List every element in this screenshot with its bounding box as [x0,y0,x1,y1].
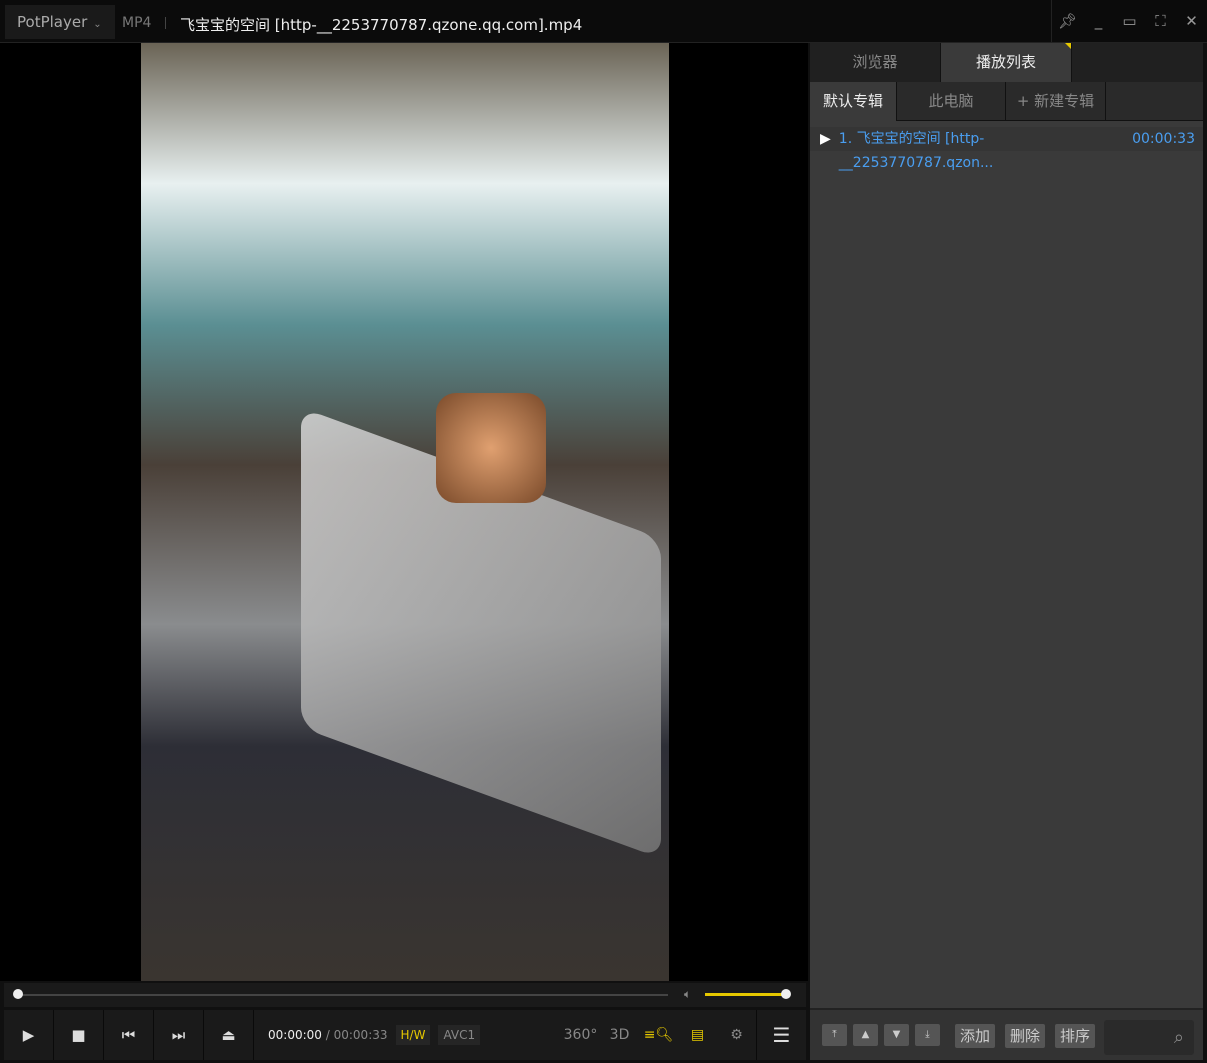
video-frame[interactable] [141,43,669,981]
divider [165,17,166,29]
pin-icon[interactable]: 📌︎ [1052,0,1083,43]
time-separator: / [325,1028,330,1042]
delete-button[interactable]: 删除 [1005,1024,1046,1048]
subtab-this-pc[interactable]: 此电脑 [897,82,1006,121]
playlist-item-duration: 00:00:33 [1132,131,1195,147]
maximize-icon[interactable]: ▭ [1114,0,1145,43]
seek-handle[interactable] [13,989,23,999]
codec-badge[interactable]: AVC1 [438,1025,481,1045]
window-title: 飞宝宝的空间 [http-__2253770787.qzone.qq.com].… [180,16,583,34]
video-area[interactable] [0,43,808,981]
volume-handle[interactable] [781,989,791,999]
video-content-motor [436,393,546,503]
move-bottom-button[interactable]: ⤓ [915,1024,940,1046]
format-label: MP4 [122,15,152,31]
move-up-button[interactable]: ▲ [853,1024,878,1046]
subtab-default-album[interactable]: 默认专辑 [810,82,897,121]
seek-track[interactable] [18,994,668,996]
current-time: 00:00:00 [268,1028,322,1042]
minimize-icon[interactable]: _ [1083,0,1114,43]
hw-decoder-badge[interactable]: H/W [395,1025,431,1045]
move-down-button[interactable]: ▼ [884,1024,909,1046]
gear-icon[interactable]: ⚙ [717,1027,756,1043]
app-menu-button[interactable]: PotPlayer ⌄ [5,5,115,39]
tab-browser[interactable]: 浏览器 [810,43,941,82]
menu-icon[interactable]: ☰ [756,1010,806,1060]
seek-bar[interactable]: 🔈︎ [4,983,806,1007]
previous-button[interactable]: ⏮ [104,1010,154,1060]
tab-playlist[interactable]: 播放列表 [941,43,1072,82]
control-bar: ▶ ■ ⏮ ⏭ ⏏ 00:00:00 / 00:00:33 H/W AVC1 3… [4,1010,806,1060]
sort-button[interactable]: 排序 [1055,1024,1096,1048]
add-button[interactable]: 添加 [955,1024,996,1048]
subtab-new-album[interactable]: + 新建专辑 [1006,82,1106,121]
volume-icon[interactable]: 🔈︎ [684,987,691,1002]
search-icon: ⌕ [1173,1027,1184,1048]
playlist-item[interactable]: ▶ 1. 飞宝宝的空间 [http-__2253770787.qzon... 0… [810,127,1203,171]
title-bar: PotPlayer ⌄ MP4 飞宝宝的空间 [http-__2253770787… [0,0,1207,43]
playlist-item-title: 1. 飞宝宝的空间 [http-__2253770787.qzon... [838,131,994,171]
search-list-icon[interactable]: ≡🔍︎ [639,1027,678,1043]
playlist-toggle-icon[interactable]: ▤ [678,1027,717,1043]
play-button[interactable]: ▶ [4,1010,54,1060]
fullscreen-icon[interactable]: ⛶ [1145,0,1176,43]
playing-icon: ▶ [820,131,831,147]
app-name: PotPlayer [17,13,88,31]
3d-button[interactable]: 3D [600,1027,639,1043]
search-button[interactable]: ⌕ [1104,1020,1194,1055]
volume-slider[interactable] [705,993,785,996]
playlist-panel: 浏览器 播放列表 默认专辑 此电脑 + 新建专辑 ▶ 1. 飞宝宝的空间 [ht… [810,43,1203,1060]
eject-button[interactable]: ⏏ [204,1010,254,1060]
360-video-button[interactable]: 360° [561,1027,600,1043]
move-top-button[interactable]: ⤒ [822,1024,847,1046]
stop-button[interactable]: ■ [54,1010,104,1060]
duration: 00:00:33 [333,1028,388,1042]
chevron-down-icon: ⌄ [93,19,102,30]
close-icon[interactable]: ✕ [1176,0,1207,43]
next-button[interactable]: ⏭ [154,1010,204,1060]
